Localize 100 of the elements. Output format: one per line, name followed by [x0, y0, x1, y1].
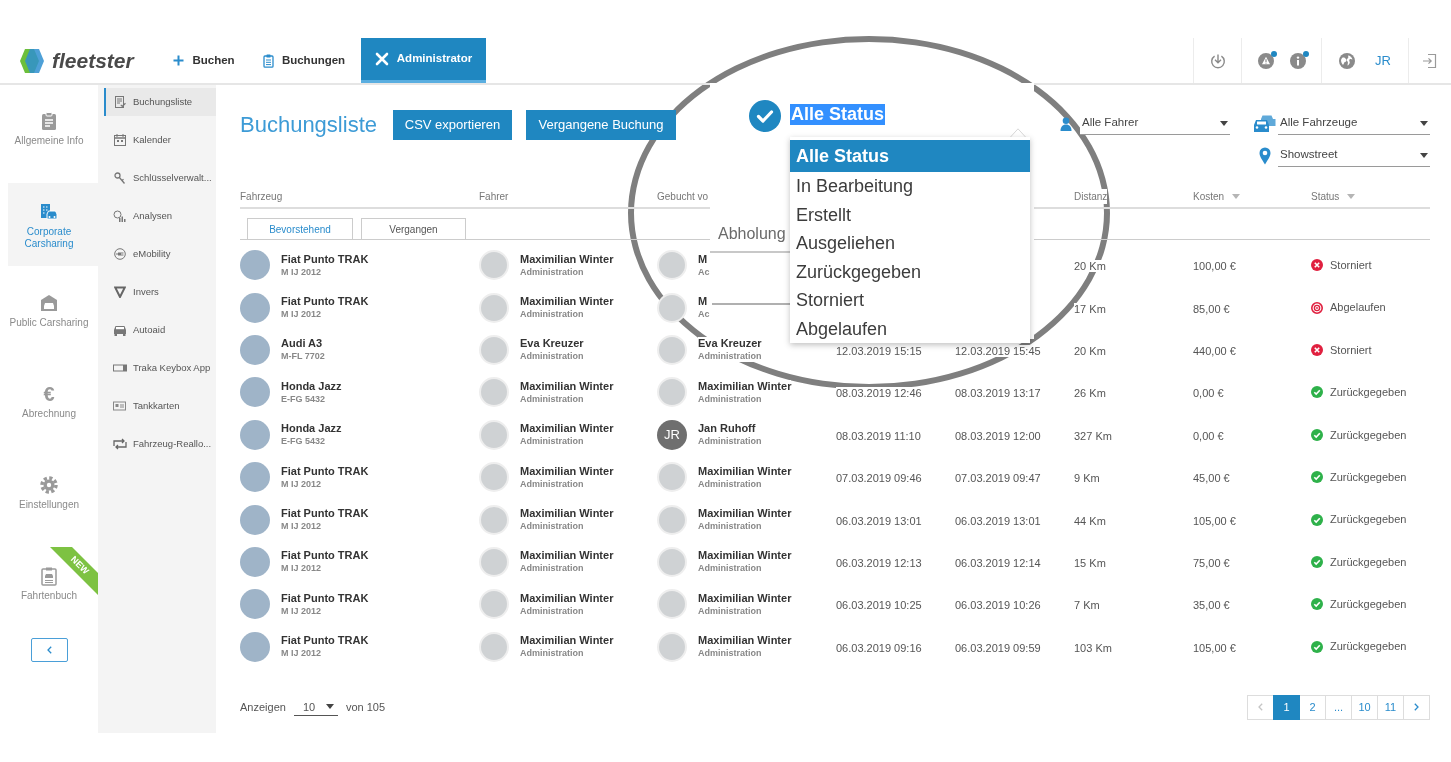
user-initials-link[interactable]: JR [1375, 54, 1391, 67]
vehicle-name: Honda Jazz [281, 379, 342, 393]
submenu-item[interactable]: Schlüsselverwalt... [98, 164, 216, 192]
check-circle-icon [1311, 428, 1323, 441]
pagination-button[interactable]: ... [1325, 694, 1352, 720]
pagination-button[interactable]: 1 [1273, 694, 1300, 720]
arrow-circle-icon[interactable] [1209, 52, 1226, 69]
chart-icon [113, 210, 126, 222]
person-name: Maximilian Winter [520, 252, 614, 266]
date-time: 06.03.2019 12:13 [836, 556, 922, 569]
distance: 44 Km [1074, 514, 1106, 527]
date-time: 08.03.2019 12:46 [836, 387, 922, 400]
cost: 0,00 € [1193, 387, 1224, 400]
pagination-button[interactable]: 10 [1351, 694, 1378, 720]
pagination-button[interactable]: 11 [1377, 694, 1404, 720]
caret-down-icon [1420, 120, 1428, 126]
dropdown-option[interactable]: Ausgeliehen [790, 229, 1030, 258]
person-photo-placeholder [657, 462, 687, 493]
past-bookings-button[interactable]: Vergangene Buchung [526, 110, 676, 140]
caret-down-icon [325, 704, 334, 710]
tools-icon [374, 52, 389, 66]
person-photo-placeholder [479, 546, 509, 577]
nav-tab[interactable]: Buchungen [247, 38, 361, 83]
submenu-item[interactable]: Traka Keybox App [98, 354, 216, 382]
initials-avatar: JR [657, 419, 687, 450]
person-photo-placeholder [657, 589, 687, 620]
warning-icon[interactable] [1257, 52, 1274, 69]
csv-export-button[interactable]: CSV exportieren [393, 110, 512, 140]
dropdown-option[interactable]: Zurückgegeben [790, 257, 1030, 286]
submenu-item[interactable]: Autoaid [98, 316, 216, 344]
person-photo-placeholder [479, 589, 509, 620]
page-size-select[interactable]: 10 [293, 698, 338, 717]
dropdown-option[interactable]: In Bearbeitung [790, 172, 1030, 201]
sidebar-item[interactable]: Corporate Carsharing [8, 183, 98, 266]
sort-caret-icon[interactable] [1232, 193, 1241, 199]
vehicle-photo-placeholder [240, 377, 270, 408]
person-name: Maximilian Winter [698, 464, 792, 478]
nav-tab[interactable]: Administrator [361, 38, 486, 83]
vehicle-photo-placeholder [240, 250, 270, 281]
submenu-item[interactable]: Fahrzeug-Reallo... [98, 430, 216, 458]
distance: 17 Km [1074, 302, 1106, 315]
garage-car-icon [39, 293, 59, 313]
person-photo-placeholder [479, 631, 509, 662]
person-photo-placeholder [479, 419, 509, 450]
nav-tab[interactable]: Buchen [161, 38, 247, 83]
sidebar-item[interactable]: Allgemeine Info [8, 92, 98, 175]
euro-icon: € [43, 384, 55, 404]
column-header: Abholung [718, 224, 786, 244]
dropdown-option[interactable]: Erstellt [790, 200, 1030, 229]
dropdown-option[interactable]: Storniert [790, 286, 1030, 315]
date-time: 06.03.2019 09:59 [955, 641, 1041, 654]
logout-icon[interactable] [1422, 52, 1438, 69]
check-circle-icon [1311, 513, 1323, 526]
submenu-item[interactable]: Tankkarten [98, 392, 216, 420]
x-circle-icon [1311, 259, 1323, 272]
submenu-item[interactable]: Invers [98, 278, 216, 306]
date-time: 12.03.2019 15:15 [836, 344, 922, 357]
sidebar-item[interactable]: Einstellungen [8, 456, 98, 539]
date-time: 12.03.2019 15:45 [955, 344, 1041, 357]
globe-icon[interactable] [1339, 52, 1356, 69]
submenu-item[interactable]: Kalender [98, 126, 216, 154]
distance: 103 Km [1074, 641, 1112, 654]
logo-text: fleetster [52, 50, 134, 71]
vehicle-photo-placeholder [240, 589, 270, 620]
submenu-item[interactable]: eMobility [98, 240, 216, 268]
distance: 15 Km [1074, 556, 1106, 569]
vehicle-photo-placeholder [240, 504, 270, 535]
distance: 327 Km [1074, 429, 1112, 442]
dropdown-option[interactable]: Alle Status [790, 140, 1030, 172]
sort-caret-icon[interactable] [1347, 193, 1356, 199]
check-circle-icon [1311, 598, 1323, 611]
column-header: Distanz [1074, 188, 1108, 204]
person-photo-placeholder [479, 250, 509, 281]
sidebar-item[interactable]: € Abrechnung [8, 365, 98, 448]
clipboard-icon [39, 111, 59, 131]
person-photo-placeholder [479, 334, 509, 365]
keybox-icon [112, 362, 127, 374]
submenu-item[interactable]: Analysen [98, 202, 216, 230]
person-photo-placeholder [479, 377, 509, 408]
tab[interactable]: Vergangen [361, 218, 466, 239]
chevron-right-icon [1414, 703, 1419, 712]
info-icon[interactable] [1289, 52, 1306, 69]
tab[interactable]: Bevorstehend [247, 218, 353, 239]
dropdown-option[interactable]: Abgelaufen [790, 314, 1030, 343]
clipboard-icon [262, 53, 274, 68]
submenu-item[interactable]: Buchungsliste [104, 88, 216, 116]
date-time: 06.03.2019 10:25 [836, 599, 922, 612]
distance: 20 Km [1074, 344, 1106, 357]
check-circle-icon [1311, 471, 1323, 484]
person-photo-placeholder [657, 292, 687, 323]
person-photo-placeholder [657, 250, 687, 281]
collapse-sidebar-button[interactable] [30, 638, 68, 662]
date-time: 07.03.2019 09:47 [955, 472, 1041, 485]
date-time: 06.03.2019 12:14 [955, 556, 1041, 569]
cost: 75,00 € [1193, 556, 1230, 569]
vehicle-name: Fiat Punto TRAK [281, 252, 369, 266]
vehicle-photo-placeholder [240, 292, 270, 323]
distance: 7 Km [1074, 599, 1100, 612]
sidebar-item[interactable]: Public Carsharing [8, 274, 98, 357]
vehicle-photo-placeholder [240, 546, 270, 577]
